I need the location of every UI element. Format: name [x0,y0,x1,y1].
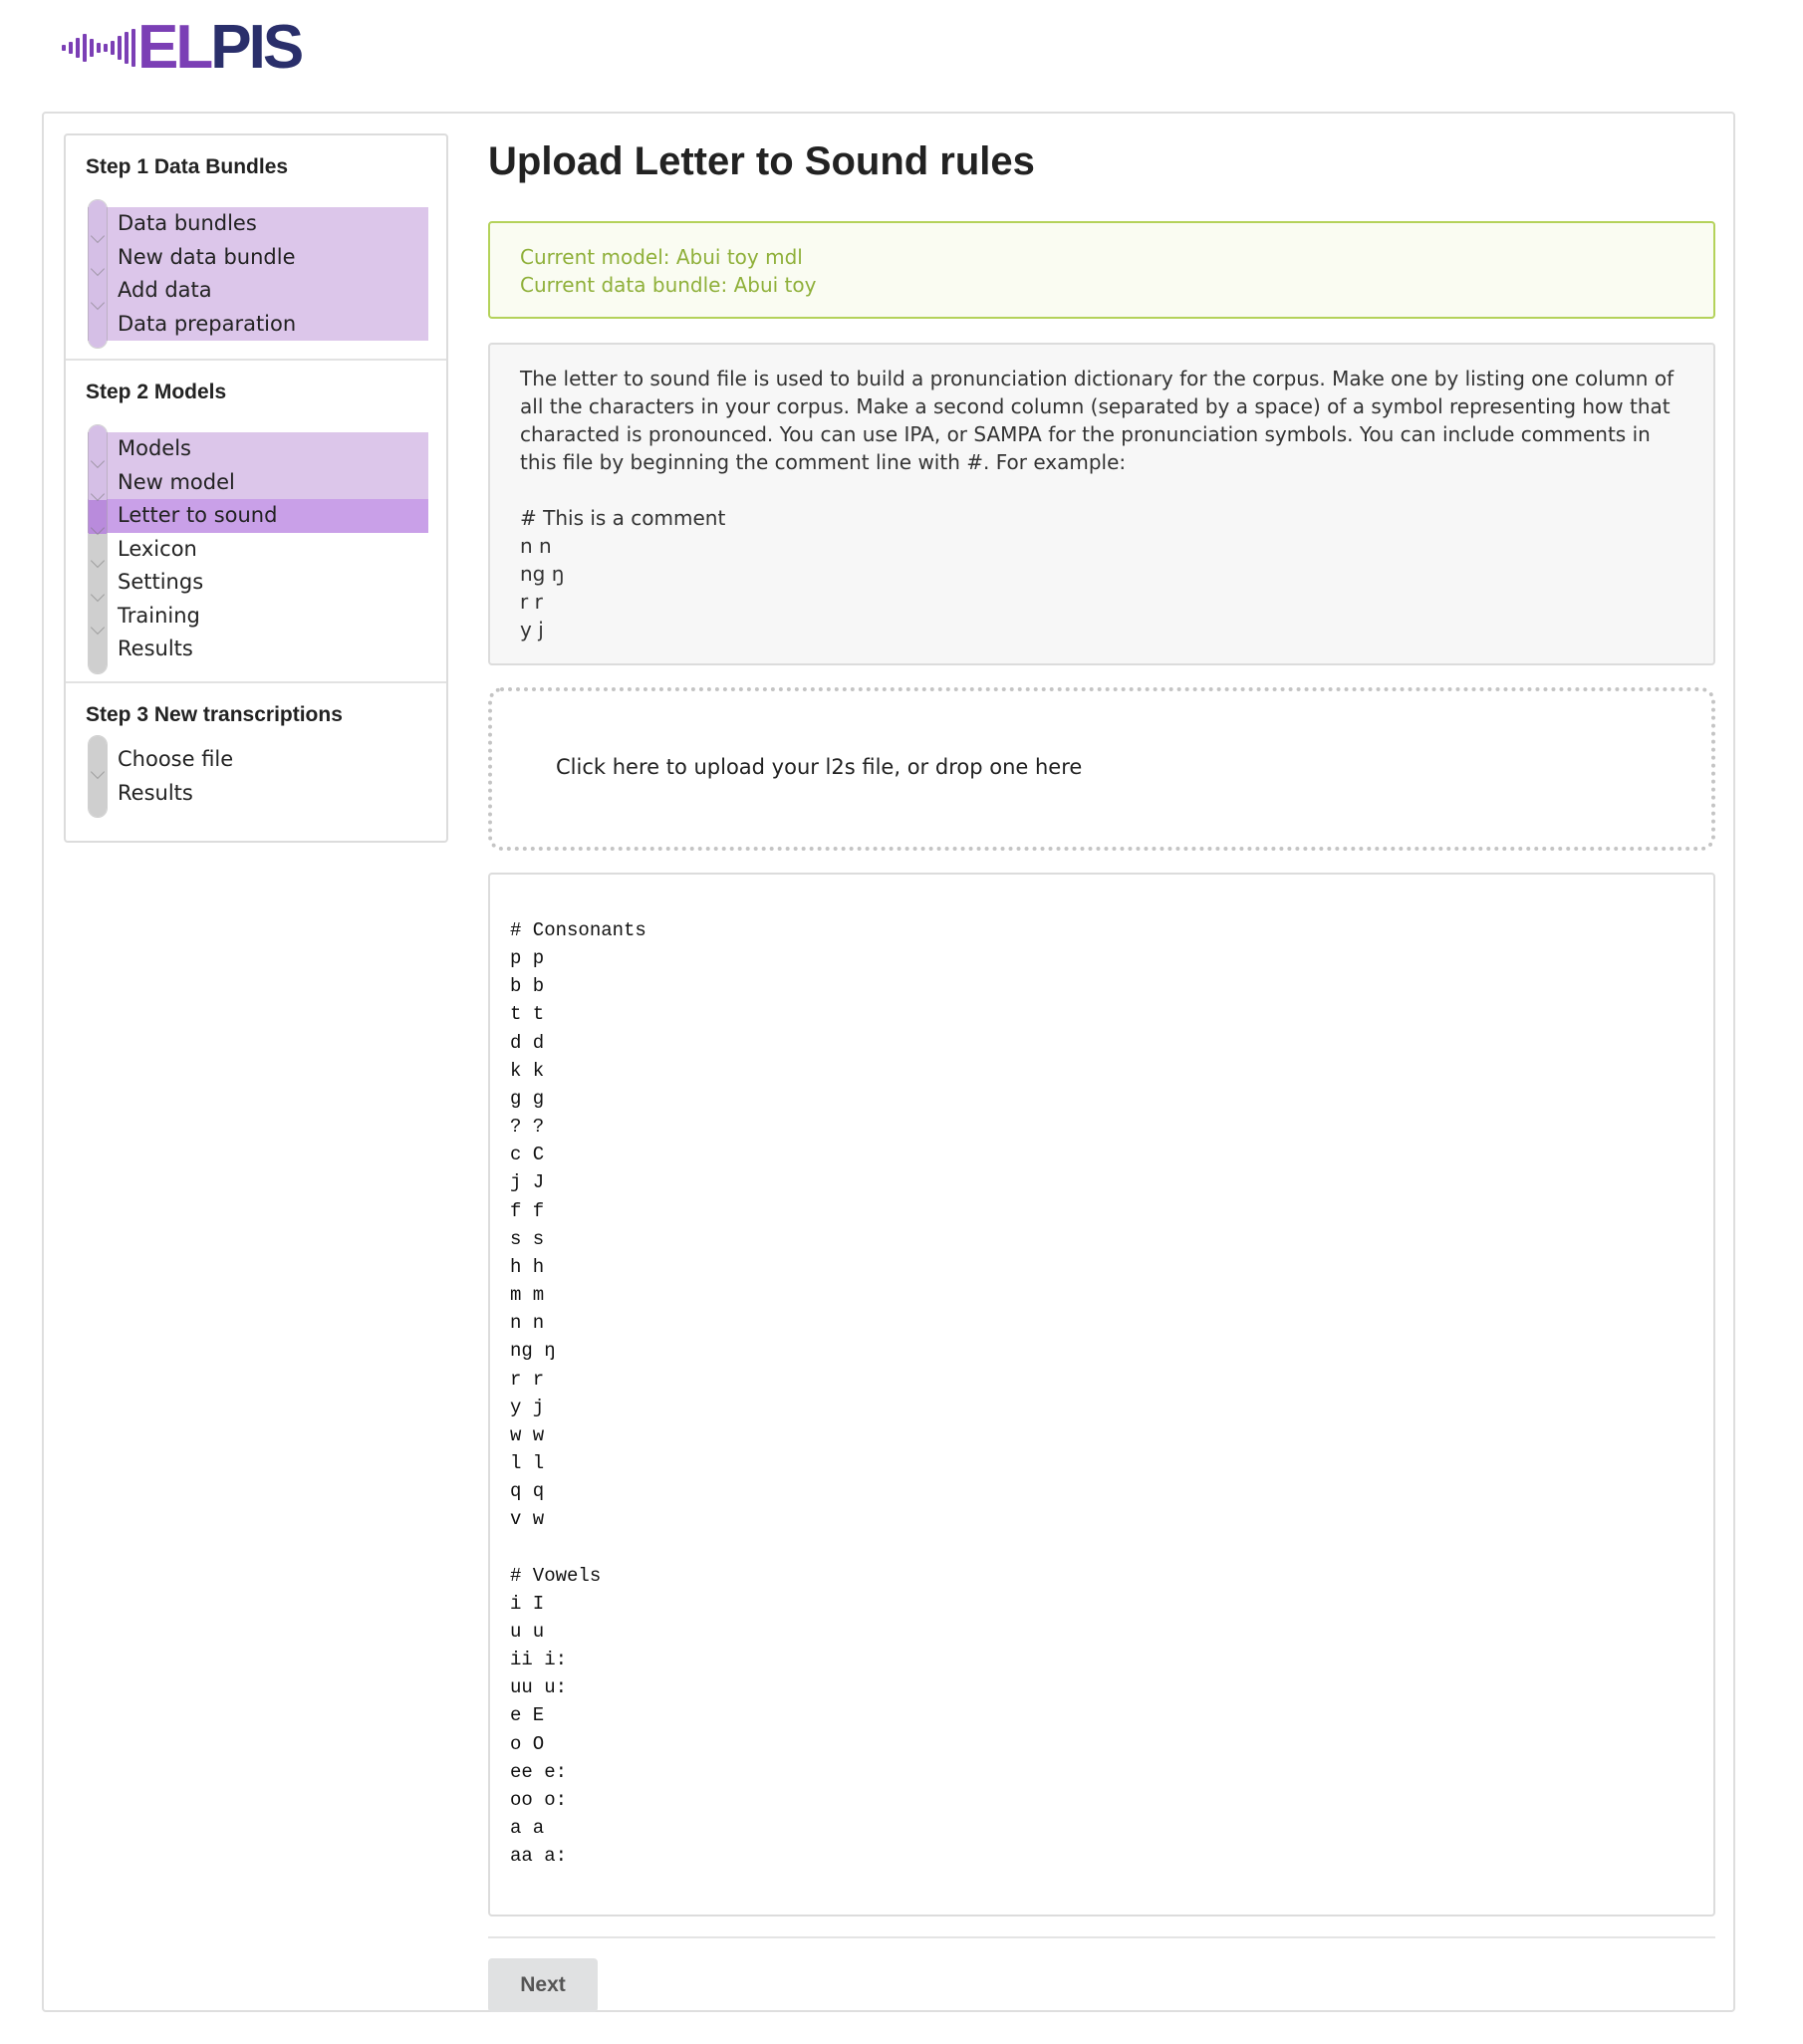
substep-label: Data preparation [118,311,297,336]
substep-label: Add data [118,278,212,302]
dropzone-text: Click here to upload your l2s file, or d… [556,755,1083,779]
substep-add-data[interactable]: Add data [88,274,428,310]
step-substeps: Choose file Results [88,735,428,818]
step-2: Step 2 Models Models New model Letter to so… [66,361,446,683]
substep-label: Lexicon [118,536,197,561]
example-line: n n [520,534,552,558]
divider [488,1936,1715,1938]
step-3: Step 3 New transcriptions Choose file Resu… [66,683,446,841]
substep-label: Data bundles [118,211,257,235]
substep-data-bundles[interactable]: Data bundles [88,207,428,243]
substep-label: Letter to sound [118,503,278,527]
substep-label: Models [118,436,191,460]
l2s-file-preview: # Consonants p p b b t t d d k k g g ? ?… [488,873,1715,1916]
step-1: Step 1 Data Bundles Data bundles New data … [66,135,446,361]
example-line: ng ŋ [520,562,565,586]
substep-lexicon: Lexicon [88,533,428,569]
page-title: Upload Letter to Sound rules [488,139,1035,183]
step-title: Step 2 Models [86,381,227,403]
current-bundle-text: Current data bundle: Abui toy [520,273,817,297]
next-button[interactable]: Next [488,1958,598,2012]
substep-settings: Settings [88,566,428,602]
step-title: Step 1 Data Bundles [86,155,289,178]
substep-letter-to-sound[interactable]: Letter to sound [88,499,428,535]
elpis-logo[interactable]: ELPIS [62,13,304,82]
example-line: r r [520,590,543,614]
substep-label: Settings [118,570,204,594]
step-substeps: Models New model Letter to sound Lexicon Set… [88,424,428,674]
substep-label: Training [118,603,200,628]
substep-data-preparation[interactable]: Data preparation [88,307,428,341]
file-dropzone[interactable]: Click here to upload your l2s file, or d… [488,687,1715,851]
substep-label: New data bundle [118,244,296,269]
example-line: # This is a comment [520,506,726,530]
substep-label: Results [118,637,193,660]
description-text: The letter to sound file is used to buil… [520,367,1674,474]
substep-label: New model [118,469,235,494]
current-info-message: Current model: Abui toy mdl Current data… [488,221,1715,319]
substep-results: Results [88,633,428,666]
content-area: Upload Letter to Sound rules Current mod… [488,133,1715,2012]
step-substeps: Data bundles New data bundle Add data Data … [88,199,428,349]
waveform-icon [62,29,135,67]
steps-sidebar: Step 1 Data Bundles Data bundles New data … [64,133,448,843]
substep-models[interactable]: Models [88,432,428,468]
substep-label: Choose file [118,747,234,771]
substep-new-model[interactable]: New model [88,465,428,502]
substep-label: Results [118,780,193,805]
logo-wordmark: ELPIS [137,13,304,82]
substep-new-data-bundle[interactable]: New data bundle [88,240,428,277]
substep-training: Training [88,600,428,636]
description-segment: The letter to sound file is used to buil… [488,343,1715,665]
substep-results: Results [88,777,428,811]
main-card: Step 1 Data Bundles Data bundles New data … [42,112,1735,2012]
current-model-text: Current model: Abui toy mdl [520,245,803,269]
example-line: y j [520,618,544,641]
step-title: Step 3 New transcriptions [86,703,343,726]
substep-choose-file: Choose file [88,743,428,779]
